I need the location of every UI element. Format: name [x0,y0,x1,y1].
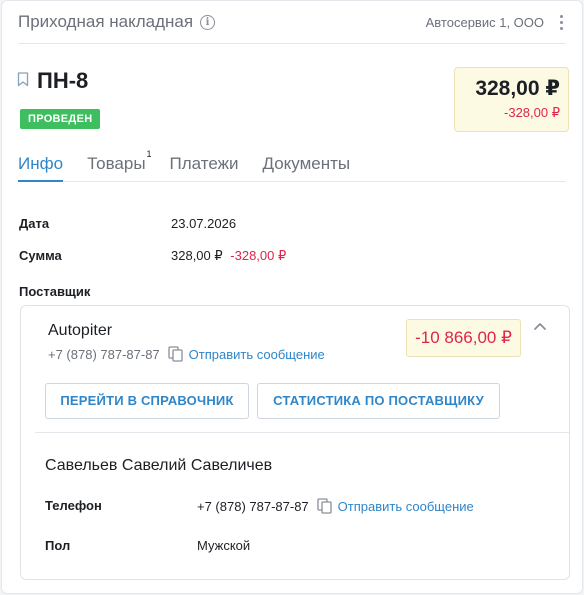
document-panel: Приходная накладная i Автосервис 1, ООО … [1,0,583,594]
sum-value: 328,00 ₽ [171,248,223,263]
contact-phone-row: +7 (878) 787-87-87 Отправить сообщение [197,498,474,514]
tab-payments[interactable]: Платежи [170,154,239,182]
tab-bar: Инфо Товары 1 Платежи Документы [18,149,566,182]
page-title: Приходная накладная [18,12,194,31]
tab-label: Платежи [169,154,239,173]
more-menu-icon[interactable] [560,14,564,30]
chevron-up-icon[interactable] [533,321,547,331]
sum-diff: -328,00 ₽ [230,248,287,263]
supplier-message-link[interactable]: Отправить сообщение [189,347,325,362]
divider [35,432,569,433]
bookmark-icon[interactable] [17,72,29,87]
document-amount-box: 328,00 ₽ -328,00 ₽ [454,67,569,132]
tab-label: Инфо [18,154,64,173]
tab-documents[interactable]: Документы [263,154,351,182]
tab-count-badge: 1 [146,149,152,159]
tab-info[interactable]: Инфо [18,154,64,182]
tab-label: Документы [262,154,351,173]
contact-phone-label: Телефон [45,498,102,513]
tab-label: Товары [87,154,146,173]
supplier-phone: +7 (878) 787-87-87 [48,346,160,362]
date-label: Дата [19,216,50,231]
company-name: Автосервис 1, ООО [425,14,544,30]
supplier-stats-button[interactable]: СТАТИСТИКА ПО ПОСТАВЩИКУ [257,383,500,419]
go-to-directory-button[interactable]: ПЕРЕЙТИ В СПРАВОЧНИК [45,383,249,419]
contact-phone: +7 (878) 787-87-87 [197,498,309,514]
info-icon[interactable]: i [200,14,216,30]
supplier-label: Поставщик [19,284,91,299]
gender-label: Пол [45,538,71,553]
sum-label: Сумма [19,248,62,263]
panel-header: Приходная накладная i Автосервис 1, ООО [18,1,566,44]
copy-icon[interactable] [317,498,332,514]
status-badge: ПРОВЕДЕН [20,109,101,129]
contact-name: Савельев Савелий Савеличев [45,457,273,474]
supplier-phone-row: +7 (878) 787-87-87 Отправить сообщение [48,346,325,362]
document-number: ПН-8 [37,68,89,93]
date-value: 23.07.2026 [171,216,237,231]
tab-goods[interactable]: Товары 1 [87,149,151,182]
supplier-name: Autopiter [48,322,113,339]
document-amount-diff: -328,00 ₽ [504,105,560,120]
document-amount: 328,00 ₽ [475,77,560,100]
copy-icon[interactable] [168,346,183,362]
supplier-card: Autopiter +7 (878) 787-87-87 Отправить с… [20,305,570,580]
sum-value-group: 328,00 ₽ -328,00 ₽ [171,248,286,264]
gender-value: Мужской [197,538,251,553]
supplier-balance: -10 866,00 ₽ [406,319,521,357]
contact-message-link[interactable]: Отправить сообщение [338,499,474,514]
